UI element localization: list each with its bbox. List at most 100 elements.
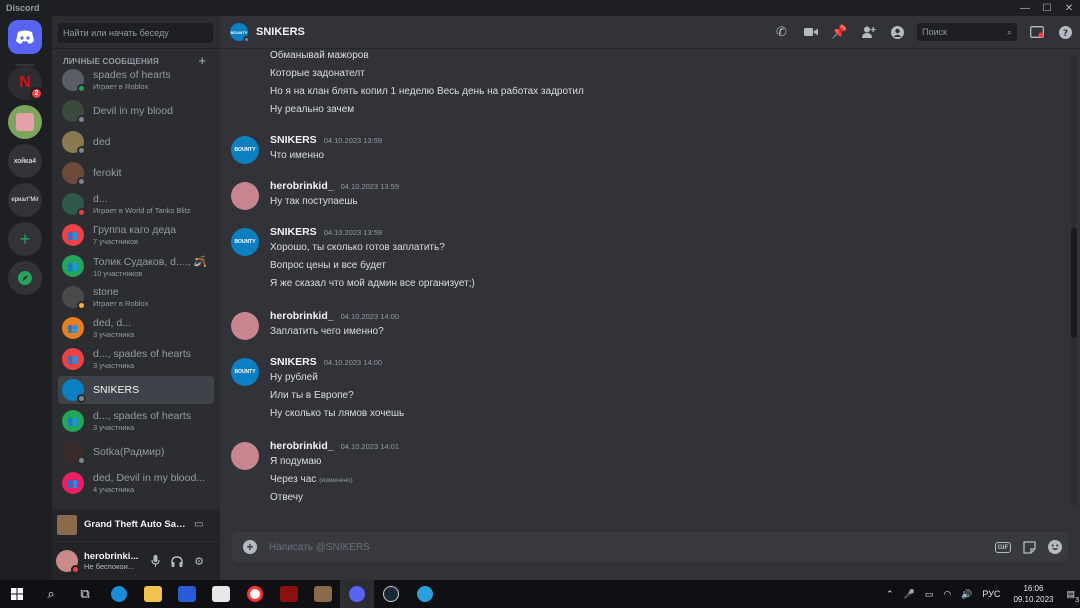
upload-plus-icon[interactable]: + [243,540,257,554]
dm-item[interactable]: Sotka(Радмир) [58,438,214,466]
avatar[interactable] [231,442,259,470]
avatar[interactable]: BOUNTY [231,136,259,164]
avatar[interactable]: BOUNTY [231,358,259,386]
scrollbar[interactable] [1071,56,1077,506]
user-profile-icon[interactable] [883,25,912,39]
security-shield-icon[interactable] [170,580,204,608]
game-app-icon[interactable] [306,580,340,608]
inbox-icon[interactable] [1022,26,1051,38]
message-author[interactable]: SNIKERS [270,134,317,146]
avatar[interactable] [231,182,259,210]
battery-icon[interactable]: ▭ [920,589,939,600]
plus-icon: + [19,228,31,249]
message-author[interactable]: SNIKERS [270,524,317,526]
sticker-icon[interactable] [1016,540,1042,554]
add-friend-icon[interactable] [854,26,883,38]
message-author[interactable]: herobrinkid_ [270,440,334,452]
start-button[interactable] [0,580,34,608]
guild-hoika4[interactable]: хойка4 [8,144,42,178]
avatar[interactable]: BOUNTY [231,228,259,256]
dm-item[interactable]: SNIKERS [58,376,214,404]
dm-item[interactable]: 👥 d..., spades of hearts 3 участника [58,345,214,373]
dm-item[interactable]: 👥 Группа каго деда 7 участников [58,221,214,249]
volume-icon[interactable]: 🔊 [956,589,977,600]
dm-search-input[interactable]: Найти или начать беседу [58,23,213,43]
user-info[interactable]: herobrinki... Не беспокои... [84,551,140,571]
explore-servers-button[interactable] [8,261,42,295]
yandex-browser-icon[interactable] [238,580,272,608]
guild-avatar-green[interactable] [8,105,42,139]
telegram-app-icon[interactable] [408,580,442,608]
close-button[interactable]: ✕ [1058,0,1080,16]
dm-item-text: d..., spades of hearts 3 участника [93,410,209,432]
help-icon[interactable]: ? [1051,25,1080,39]
dm-header-divider [52,48,220,49]
dm-item-name: ded [93,136,111,148]
dm-item[interactable]: d... Играет в World of Tanks Blitz [58,190,214,218]
add-server-button[interactable]: + [8,222,42,256]
gif-icon[interactable]: GIF [990,541,1016,553]
scrollbar-thumb[interactable] [1071,228,1077,338]
avatar: 👥 [62,255,84,277]
avatar[interactable] [56,550,80,574]
emoji-icon[interactable] [1042,540,1068,554]
home-button[interactable] [8,20,42,54]
chevron-up-icon[interactable]: ⌃ [881,589,899,600]
dm-item[interactable]: ferokit [58,159,214,187]
dm-item[interactable]: 👥 ded, d... 3 участника [58,314,214,342]
voice-call-icon[interactable]: ✆ [767,24,796,40]
video-call-icon[interactable] [796,27,825,37]
maximize-button[interactable]: ☐ [1036,0,1058,16]
message-content: Я же сказал что мой админ все организует… [270,278,475,289]
network-icon[interactable]: ◠ [938,589,956,600]
avatar: 👥 [62,348,84,370]
gif-label: GIF [994,541,1012,553]
dm-item[interactable]: Devil in my blood [58,97,214,125]
headphones-icon[interactable] [166,550,188,572]
dm-item[interactable]: 👥 d..., spades of hearts 3 участника [58,407,214,435]
guild-serial[interactable]: ериал"Mir [8,183,42,217]
search-icon[interactable]: ⌕ [34,580,68,608]
dm-item[interactable]: 👥 ded, Devil in my blood... 4 участника [58,469,214,497]
message-author[interactable]: herobrinkid_ [270,310,334,322]
steam-app-icon[interactable] [374,580,408,608]
task-view-icon[interactable]: ⧉ [68,580,102,608]
store-icon[interactable] [204,580,238,608]
message-author[interactable]: herobrinkid_ [270,180,334,192]
notifications-icon[interactable]: ▤ 3 [1061,589,1080,604]
dm-item-name: d..., spades of hearts [93,410,192,422]
message-text: Ну рублей [270,372,318,383]
microphone-tray-icon[interactable]: 🎤 [899,589,920,600]
language-indicator[interactable]: РУС [977,589,1005,599]
file-explorer-icon[interactable] [136,580,170,608]
dm-item[interactable]: spades of hearts Играет в Roblox [58,66,214,94]
screen-share-icon[interactable]: ▭ [194,519,203,530]
message-content: Заплатить чего именно? [270,326,384,337]
microphone-icon[interactable] [144,550,166,572]
avatar: 👥 [62,472,84,494]
pin-icon[interactable]: 📌 [825,24,854,40]
message-author[interactable]: SNIKERS [270,226,317,238]
dm-item-text: ded, Devil in my blood... 4 участника [93,472,209,494]
dm-item-text: ferokit [93,167,209,179]
search-input[interactable]: Поиск ⌕ [917,23,1017,41]
dm-item-text: ded [93,136,209,148]
dm-item[interactable]: ded [58,128,214,156]
message-author[interactable]: SNIKERS [270,356,317,368]
minimize-button[interactable]: — [1014,0,1036,16]
clock[interactable]: 16:06 09.10.2023 [1005,583,1061,605]
avatar-label: BOUNTY [230,29,248,35]
status-icon [77,84,86,93]
discord-app-icon[interactable] [340,580,374,608]
message-content: Хорошо, ты сколько готов заплатить? [270,242,445,253]
group-icon: 👥 [67,260,79,271]
settings-gear-icon[interactable]: ⚙ [188,550,210,572]
dm-item[interactable]: 👥 Толик Судаков, d...., 🪃 10 участников [58,252,214,280]
netflix-app-icon[interactable] [272,580,306,608]
dm-item[interactable]: stone Играет в Roblox [58,283,214,311]
edge-icon[interactable] [102,580,136,608]
status-icon [77,146,86,155]
avatar[interactable] [231,312,259,340]
message-header: herobrinkid_ 04.10.2023 14:00 [270,310,399,322]
message-input[interactable]: Написать @SNIKERS [269,542,990,553]
